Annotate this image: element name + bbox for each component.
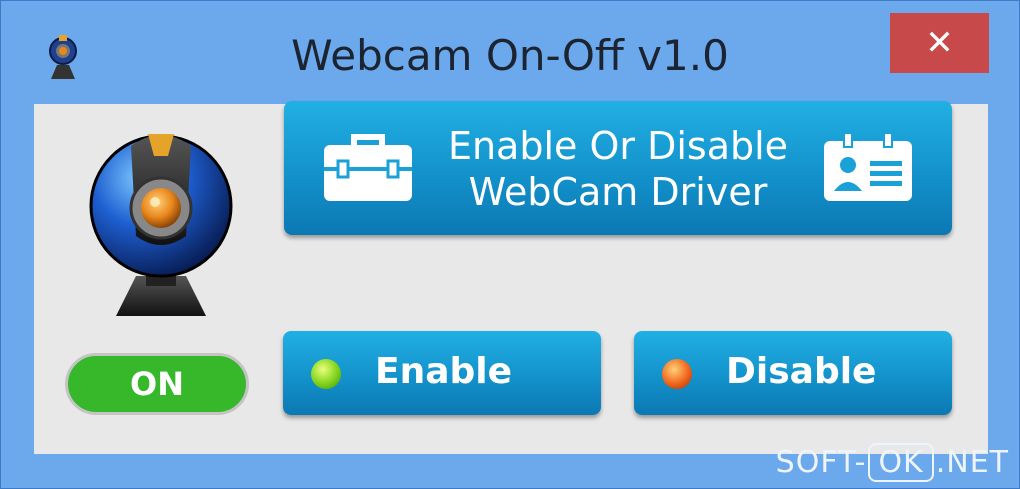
close-button[interactable]: ✕ (890, 13, 989, 73)
watermark-ok: OK (868, 443, 934, 482)
id-card-icon (822, 131, 914, 203)
app-window: Webcam On-Off v1.0 ✕ ON Enable Or Disabl… (0, 0, 1020, 489)
disable-button-label: Disable (726, 351, 877, 392)
main-button-label: Enable Or Disable WebCam Driver (424, 123, 812, 215)
window-title: Webcam On-Off v1.0 (291, 31, 729, 80)
red-led-icon (662, 359, 692, 389)
client-area: ON Enable Or Disable WebCam Driver Enabl… (34, 101, 988, 454)
enable-button[interactable]: Enable (283, 331, 601, 415)
watermark: SOFT- OK .NET (776, 443, 1009, 482)
webcam-illustration (86, 126, 236, 326)
green-led-icon (311, 359, 341, 389)
status-badge: ON (65, 353, 249, 415)
enable-button-label: Enable (375, 351, 513, 392)
watermark-suffix: .NET (935, 445, 1009, 480)
disable-button[interactable]: Disable (634, 331, 952, 415)
main-button-line2: WebCam Driver (468, 170, 768, 214)
toolbox-icon (322, 133, 414, 203)
close-icon: ✕ (925, 23, 954, 63)
watermark-prefix: SOFT- (775, 445, 867, 480)
enable-or-disable-driver-button[interactable]: Enable Or Disable WebCam Driver (284, 101, 952, 235)
main-button-line1: Enable Or Disable (447, 124, 789, 168)
